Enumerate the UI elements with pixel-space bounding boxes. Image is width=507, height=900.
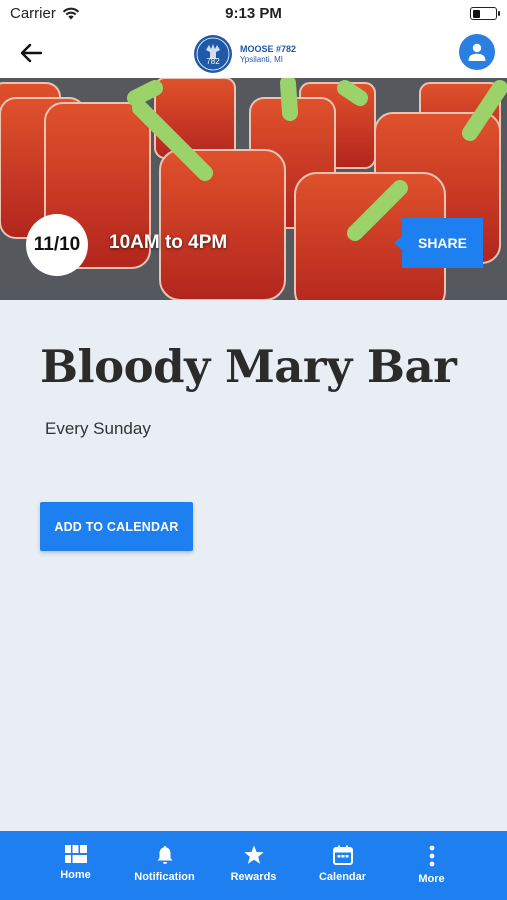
tab-calendar[interactable]: Calendar: [298, 831, 387, 900]
status-bar: Carrier 9:13 PM: [0, 0, 507, 28]
tab-more[interactable]: More: [387, 831, 476, 900]
tab-home[interactable]: Home: [31, 831, 120, 900]
star-icon: [243, 845, 264, 864]
battery-icon: [470, 7, 500, 20]
home-grid-icon: [64, 845, 87, 863]
profile-button[interactable]: [459, 34, 495, 70]
user-icon: [468, 43, 486, 61]
event-title: Bloody Mary Bar: [40, 340, 457, 393]
more-vertical-icon: [429, 845, 434, 867]
tab-label: Notification: [134, 871, 195, 883]
app-header: 782 MOOSE #782 Ypsilanti, MI: [0, 28, 507, 78]
calendar-icon: [332, 845, 353, 865]
logo-title: MOOSE #782: [240, 43, 297, 54]
event-time-range: 10AM to 4PM: [109, 232, 228, 253]
bell-icon: [157, 846, 172, 864]
status-time: 9:13 PM: [225, 5, 282, 22]
tab-label: Home: [60, 869, 91, 881]
add-to-calendar-button[interactable]: ADD TO CALENDAR: [40, 502, 193, 551]
tab-notification[interactable]: Notification: [120, 831, 209, 900]
share-button[interactable]: SHARE: [394, 218, 483, 268]
moose-logo: 782 MOOSE #782 Ypsilanti, MI: [194, 35, 296, 73]
tab-label: More: [418, 873, 445, 885]
moose-seal-icon: 782: [194, 35, 232, 73]
tab-label: Calendar: [318, 871, 367, 883]
battery-level: [472, 9, 480, 18]
event-recurrence: Every Sunday: [45, 419, 151, 438]
bottom-tab-bar: Home Notification Rewards Calendar More: [0, 831, 507, 900]
event-date-badge: 11/10: [26, 214, 88, 276]
tab-label: Rewards: [230, 871, 277, 883]
arrow-left-icon: [20, 43, 42, 63]
logo-subtitle: Ypsilanti, MI: [240, 54, 283, 64]
tab-rewards[interactable]: Rewards: [209, 831, 298, 900]
back-button[interactable]: [16, 38, 46, 68]
event-hero-image: 11/10 10AM to 4PM SHARE: [0, 78, 507, 300]
